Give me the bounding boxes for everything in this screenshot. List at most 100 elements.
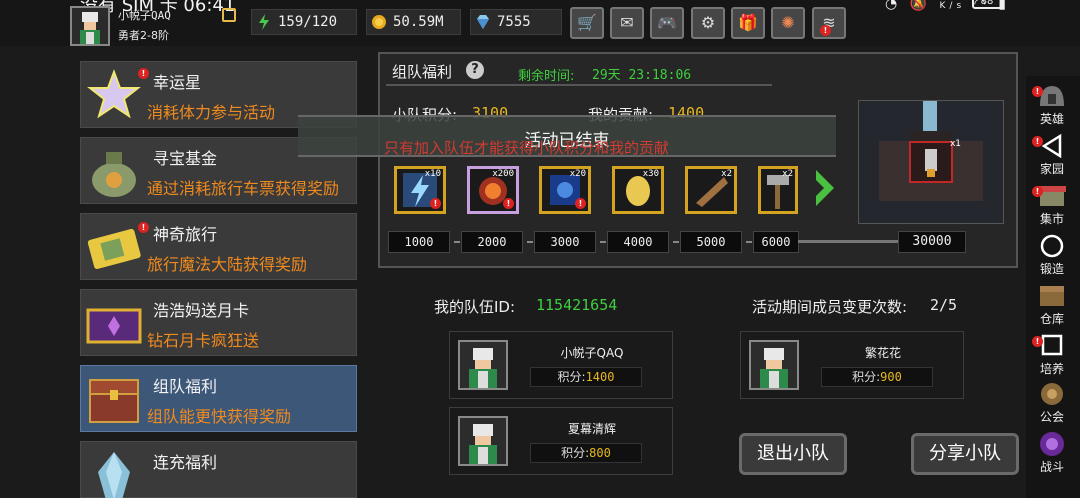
menu-title: 组队福利	[153, 377, 218, 396]
reward-qty: x2	[782, 169, 793, 179]
team-id-value: 115421654	[536, 296, 618, 314]
panel-title: 组队福利	[392, 63, 453, 81]
gold-counter: 50.59M	[366, 9, 461, 35]
player-name: 小帨子QAQ	[118, 9, 171, 22]
alert-badge: !	[1032, 336, 1043, 347]
menu-team-benefits[interactable]: 组队福利 组队能更快获得奖励	[80, 365, 357, 432]
reward-item[interactable]: x200 !	[467, 166, 519, 214]
mute-icon: 🔕	[909, 0, 932, 12]
gem-value: 7555	[497, 14, 531, 30]
menu-title: 浩浩妈送月卡	[153, 301, 250, 320]
member-avatar	[749, 340, 799, 390]
menu-title: 寻宝基金	[153, 149, 218, 168]
signal-icon: ◔	[884, 0, 902, 12]
crystal-icon	[98, 452, 130, 498]
nav-battle[interactable]: 战斗	[1030, 428, 1074, 476]
menu-subtitle: 钻石月卡疯狂送	[147, 331, 260, 350]
nav-label: 家园	[1039, 162, 1064, 176]
card-icon	[86, 308, 142, 344]
menu-subtitle: 消耗体力参与活动	[147, 103, 276, 122]
menu-magic-travel[interactable]: ! 神奇旅行 旅行魔法大陆获得奖励	[80, 213, 357, 280]
nav-train[interactable]: ! 培养	[1030, 330, 1074, 378]
menu-subtitle: 组队能更快获得奖励	[147, 407, 292, 426]
nav-market[interactable]: ! 集市	[1030, 180, 1074, 228]
reward-qty: x2	[721, 169, 732, 179]
edit-icon[interactable]	[222, 8, 236, 22]
nav-home[interactable]: ! 家园	[1030, 130, 1074, 178]
settings-button[interactable]: ⚙	[691, 7, 725, 39]
leave-team-button[interactable]: 退出小队	[739, 433, 847, 475]
share-team-button[interactable]: 分享小队	[911, 433, 1019, 475]
alert-badge: !	[820, 25, 831, 36]
alert-badge: !	[138, 222, 149, 233]
ticket-icon	[87, 228, 141, 269]
score-label: 积分:	[852, 370, 881, 384]
reward-qty: x30	[642, 169, 659, 179]
circle-icon	[1040, 234, 1064, 258]
progress-dash	[746, 241, 752, 243]
member-score: 积分:1400	[530, 367, 642, 387]
menu-title: 幸运星	[153, 73, 202, 92]
remaining-time-label: 剩余时间:	[518, 69, 575, 84]
nav-label: 战斗	[1039, 460, 1064, 474]
member-avatar	[458, 340, 508, 390]
nav-hero[interactable]: ! 英雄	[1030, 80, 1074, 128]
mail-button[interactable]: ✉	[610, 7, 644, 39]
progress-dash	[454, 241, 460, 243]
gold-value: 50.59M	[393, 14, 444, 30]
chevron-right-icon[interactable]	[812, 166, 838, 210]
gift-icon: 🎁	[738, 13, 758, 32]
ranking-button[interactable]: ≋ !	[812, 7, 846, 39]
controller-button[interactable]: 🎮	[650, 7, 684, 39]
alert-badge: !	[1032, 186, 1043, 197]
help-icon[interactable]: ?	[466, 61, 484, 79]
top-bar: 没有 SIM 卡 06:41 ◔ 🔕 K/s ◠ ▮ 88 小帨子QAQ 勇者2…	[0, 0, 1080, 46]
score-value: 800	[589, 446, 611, 460]
nav-warehouse[interactable]: 仓库	[1030, 280, 1074, 328]
alert-badge: !	[503, 198, 514, 209]
member-name: 小帨子QAQ	[560, 346, 624, 360]
menu-recharge-benefits[interactable]: 连充福利	[80, 441, 357, 498]
member-card[interactable]: 夏幕清辉 积分:800	[449, 407, 673, 475]
threshold-tick: 2000	[461, 231, 523, 253]
reward-item[interactable]: x10 !	[394, 166, 446, 214]
gift-button[interactable]: 🎁	[731, 7, 765, 39]
member-score: 积分:900	[821, 367, 933, 387]
progress-dash	[600, 241, 606, 243]
reward-item[interactable]: x20 !	[539, 166, 591, 214]
progress-dash	[527, 241, 533, 243]
wheel-button[interactable]: ✺	[771, 7, 805, 39]
nav-guild[interactable]: 公会	[1030, 378, 1074, 426]
reward-item[interactable]: x30	[612, 166, 664, 214]
menu-subtitle: 旅行魔法大陆获得奖励	[147, 255, 308, 274]
gear-icon: ⚙	[700, 13, 716, 32]
alert-badge: !	[575, 198, 586, 209]
reward-qty: x1	[949, 139, 961, 149]
money-bag-icon	[92, 152, 136, 197]
menu-title: 连充福利	[153, 453, 218, 472]
player-rank: 勇者2-8阶	[118, 29, 169, 42]
reward-qty: x200	[492, 169, 514, 179]
final-reward-item[interactable]: x1	[909, 139, 961, 183]
reward-item[interactable]: x2	[758, 166, 798, 214]
threshold-tick: 3000	[534, 231, 596, 253]
player-avatar[interactable]	[70, 6, 110, 46]
nav-label: 培养	[1039, 362, 1064, 376]
reward-qty: x20	[569, 169, 586, 179]
member-score: 积分:800	[530, 443, 642, 463]
score-value: 1400	[585, 370, 615, 384]
shop-button[interactable]: 🛒	[570, 7, 604, 39]
nav-forge[interactable]: 锻造	[1030, 230, 1074, 278]
member-changes-label: 活动期间成员变更次数:	[752, 298, 908, 316]
battery-indicator: 88	[972, 0, 1002, 9]
reward-item[interactable]: x2	[685, 166, 737, 214]
progress-line	[798, 240, 898, 243]
score-value: 900	[880, 370, 902, 384]
wheel-icon: ✺	[781, 13, 795, 32]
alert-badge: !	[1032, 86, 1043, 97]
menu-subtitle: 通过消耗旅行车票获得奖励	[147, 179, 340, 198]
member-card[interactable]: 繁花花 积分:900	[740, 331, 964, 399]
member-card[interactable]: 小帨子QAQ 积分:1400	[449, 331, 673, 399]
menu-monthly-card[interactable]: 浩浩妈送月卡 钻石月卡疯狂送	[80, 289, 357, 356]
energy-value: 159/120	[278, 14, 338, 30]
